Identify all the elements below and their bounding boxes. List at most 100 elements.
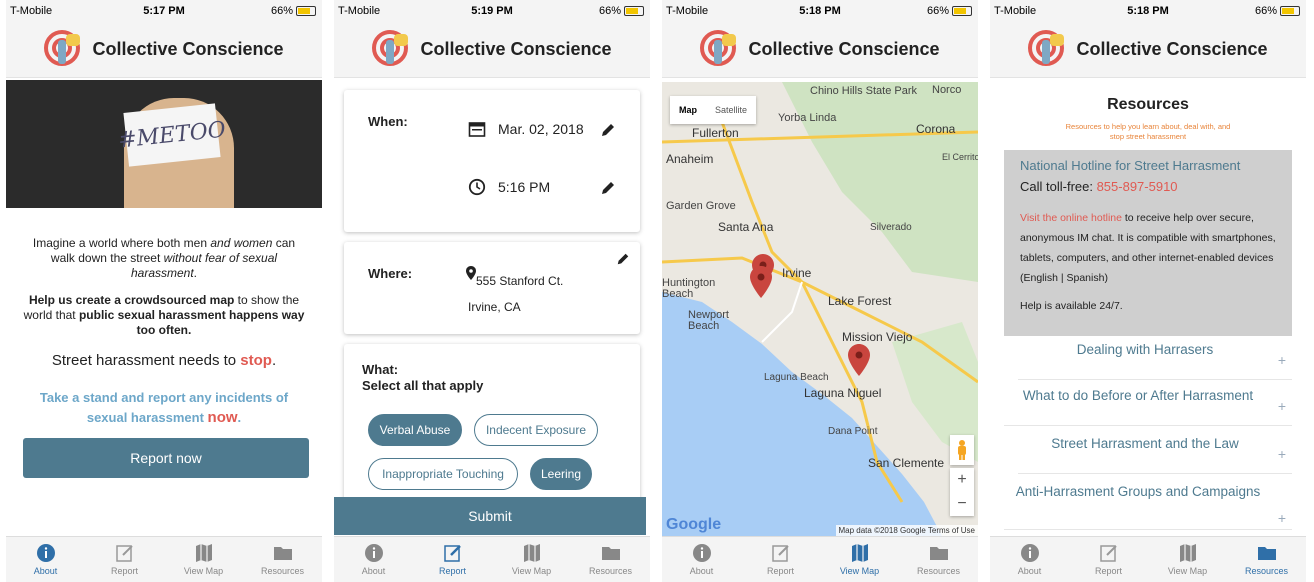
tab-report[interactable]: Report [413,537,492,582]
clock-icon [468,178,486,196]
map-icon [850,543,870,563]
status-bar: T-Mobile 5:17 PM 66% [6,0,322,22]
tab-bar: About Report View Map Resources [334,536,650,582]
app-logo-icon [372,29,412,70]
chip-leering[interactable]: Leering [530,458,592,490]
zoom-in-button[interactable]: + [957,471,966,489]
online-hotline-link[interactable]: Visit the online hotline [1020,212,1122,224]
hotline-availability: Help is available 24/7. [1020,300,1123,312]
incident-marker[interactable] [848,344,870,376]
app-logo-icon [700,29,740,70]
tab-about[interactable]: About [662,537,741,582]
tab-view-map[interactable]: View Map [164,537,243,582]
map-label: Laguna Beach [764,372,829,383]
tab-about[interactable]: About [990,537,1069,582]
what-header: What: Select all that apply [362,362,483,394]
intro-text: Imagine a world where both men and women… [20,236,308,350]
compose-icon [443,543,463,563]
hotline-title[interactable]: National Hotline for Street Harrasment [1020,158,1276,174]
battery-icon [296,6,316,16]
hero-sign-text: #METOO [117,103,227,167]
map-attribution[interactable]: Map data ©2018 Google Terms of Use [835,525,978,536]
battery-percent: 66% [598,5,621,17]
submit-button[interactable]: Submit [334,497,646,535]
battery-icon [624,6,644,16]
tab-view-map[interactable]: View Map [492,537,571,582]
tab-bar: About Report View Map Resources [6,536,322,582]
zoom-out-button[interactable]: − [957,495,966,513]
time-field[interactable]: 5:16 PM [468,178,550,196]
app-title: Collective Conscience [748,39,940,59]
map-type-control: Map Satellite [670,96,757,124]
map-type-satellite-button[interactable]: Satellite [706,96,756,124]
app-logo-icon [44,29,84,70]
battery-percent: 66% [926,5,949,17]
tab-about[interactable]: About [6,537,85,582]
accordion-dealing-with-harrasers[interactable]: Dealing with Harrasers + [1018,336,1292,380]
stop-message: Street harassment needs to stop. [51,352,277,369]
hotline-call: Call toll-free: 855-897-5910 [1020,179,1178,194]
what-hint: Select all that apply [362,378,484,393]
map-label: Anaheim [666,152,714,166]
map-label: Chino Hills State Park [810,85,917,97]
tab-resources[interactable]: Resources [243,537,322,582]
map-label: Norco [932,84,962,96]
chip-inappropriate-touching[interactable]: Inappropriate Touching [368,458,518,490]
location-address[interactable]: 555 Stanford Ct. Irvine, CA [468,268,563,320]
app-header: Collective Conscience [990,22,1306,78]
when-label: When: [368,114,408,129]
map-type-map-button[interactable]: Map [670,96,706,124]
map-label: Santa Ana [718,220,774,234]
tab-report[interactable]: Report [741,537,820,582]
map-view[interactable]: Map Satellite Chino Hills State Park Yor… [662,82,978,536]
report-now-button[interactable]: Report now [23,438,309,478]
battery-icon [1280,6,1300,16]
chip-indecent-exposure[interactable]: Indecent Exposure [474,414,598,446]
street-view-pegman-icon[interactable] [950,435,974,465]
tab-view-map[interactable]: View Map [820,537,899,582]
tab-bar: About Report View Map Resources [662,536,978,582]
hotline-phone-link[interactable]: 855-897-5910 [1097,179,1178,194]
app-header: Collective Conscience [662,22,978,78]
map-label: Yorba Linda [778,112,837,124]
call-to-action: Take a stand and report any incidents of… [39,390,289,426]
expand-plus-icon: + [1277,446,1286,462]
date-field[interactable]: Mar. 02, 2018 [468,120,584,138]
tab-report[interactable]: Report [1069,537,1148,582]
map-label: Dana Point [828,426,878,437]
folder-icon [601,543,621,563]
zoom-control: + − [950,468,974,516]
map-label: Laguna Niguel [804,386,882,400]
tab-resources[interactable]: Resources [899,537,978,582]
map-label: Newport Beach [688,309,729,332]
where-label: Where: [368,266,413,281]
tab-resources[interactable]: Resources [1227,537,1306,582]
accordion-groups-campaigns[interactable]: Anti-Harrasment Groups and Campaigns + [1004,478,1292,530]
expand-plus-icon: + [1277,398,1286,414]
tab-report[interactable]: Report [85,537,164,582]
accordion-law[interactable]: Street Harrasment and the Law + [1018,430,1292,474]
info-icon [1020,543,1040,563]
tab-bar: About Report View Map Resources [990,536,1306,582]
status-bar: T-Mobile 5:18 PM 66% [990,0,1306,22]
map-label: San Clemente [868,456,945,470]
where-card: Where: 555 Stanford Ct. Irvine, CA [344,242,640,334]
view-map-screen: T-Mobile 5:18 PM 66% Collective Conscien… [662,0,978,582]
map-label: Fullerton [692,126,739,140]
tab-view-map[interactable]: View Map [1148,537,1227,582]
tab-resources[interactable]: Resources [571,537,650,582]
accordion-before-after[interactable]: What to do Before or After Harrasment + [1004,382,1292,426]
what-label: What: [362,362,399,377]
page-subtitle: Resources to help you learn about, deal … [1065,122,1231,141]
map-label: Silverado [870,222,912,233]
edit-time-pencil-icon[interactable] [600,180,616,196]
chip-verbal-abuse[interactable]: Verbal Abuse [368,414,462,446]
map-label: Corona [916,122,956,136]
incident-marker[interactable] [750,266,772,298]
map-label: Huntington Beach [662,277,716,300]
status-bar: T-Mobile 5:18 PM 66% [662,0,978,22]
edit-location-pencil-icon[interactable] [616,252,630,266]
battery-indicator: 66% [927,5,972,17]
edit-date-pencil-icon[interactable] [600,122,616,138]
tab-about[interactable]: About [334,537,413,582]
